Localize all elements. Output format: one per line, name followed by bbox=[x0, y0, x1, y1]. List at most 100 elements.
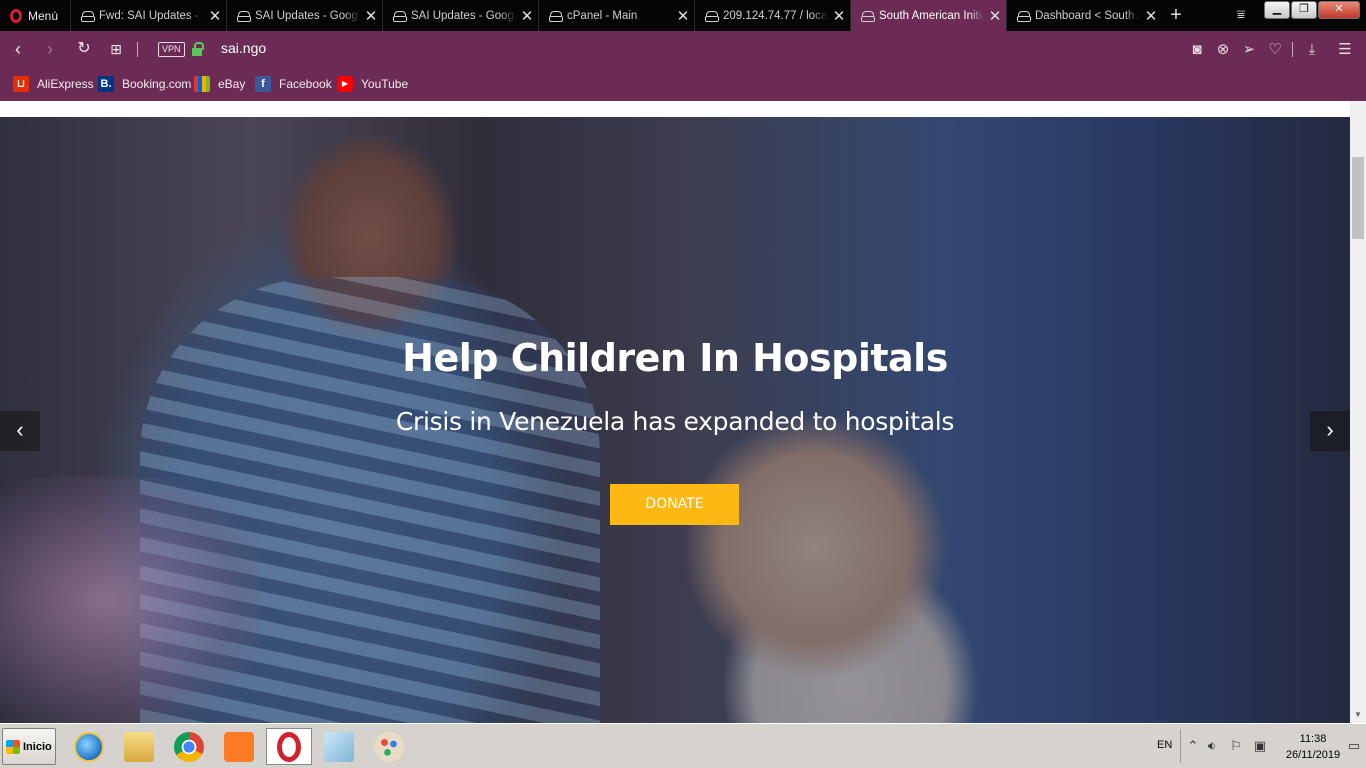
browser-tab[interactable]: Dashboard < South Am ✕ bbox=[1006, 0, 1162, 31]
notepad-icon[interactable] bbox=[316, 728, 362, 765]
donate-button[interactable]: DONATE bbox=[610, 484, 739, 525]
slider-next-button[interactable]: › bbox=[1310, 411, 1350, 451]
tab-close-icon[interactable]: ✕ bbox=[828, 7, 850, 25]
bookmark-label: Booking.com bbox=[122, 77, 192, 91]
close-window-button[interactable]: ✕ bbox=[1318, 1, 1360, 19]
tray-divider bbox=[1180, 730, 1181, 763]
incognito-icon bbox=[393, 10, 407, 22]
tab-title: South American Initia bbox=[879, 9, 984, 22]
site-header-strip bbox=[0, 101, 1350, 117]
bookmark-booking[interactable]: B. Booking.com bbox=[98, 75, 191, 93]
divider bbox=[137, 42, 138, 57]
camera-icon[interactable]: ◙ bbox=[1188, 41, 1206, 59]
incognito-icon bbox=[705, 10, 719, 22]
back-button[interactable]: ‹ bbox=[8, 40, 28, 60]
volume-icon[interactable]: 🔉︎ bbox=[1204, 738, 1220, 754]
bookmark-label: YouTube bbox=[361, 77, 409, 91]
tab-close-icon[interactable]: ✕ bbox=[516, 7, 538, 25]
incognito-icon bbox=[861, 10, 875, 22]
tab-close-icon[interactable]: ✕ bbox=[204, 7, 226, 25]
browser-tab[interactable]: 209.124.74.77 / local ✕ bbox=[694, 0, 850, 31]
incognito-icon bbox=[549, 10, 563, 22]
ebay-icon bbox=[194, 76, 210, 92]
tab-title: cPanel - Main bbox=[567, 9, 638, 22]
start-button[interactable]: Inicio bbox=[2, 728, 56, 765]
page-viewport: Help Children In Hospitals Crisis in Ven… bbox=[0, 101, 1366, 723]
new-tab-button[interactable]: + bbox=[1164, 4, 1188, 26]
tab-close-icon[interactable]: ✕ bbox=[1140, 7, 1162, 25]
booking-icon: B. bbox=[98, 76, 114, 92]
bookmark-youtube[interactable]: ▶ YouTube bbox=[337, 75, 408, 93]
start-label: Inicio bbox=[23, 740, 52, 753]
incognito-icon bbox=[1017, 10, 1031, 22]
url-field[interactable]: sai.ngo bbox=[221, 40, 266, 56]
opera-logo-icon bbox=[10, 8, 22, 23]
show-hidden-icons-icon[interactable]: ⌃ bbox=[1185, 738, 1201, 754]
show-desktop-icon[interactable]: ▭ bbox=[1346, 738, 1362, 754]
page-scrollbar[interactable]: ▼ bbox=[1350, 101, 1366, 723]
chrome-icon[interactable] bbox=[166, 728, 212, 765]
clock-date[interactable]: 26/11/2019 bbox=[1280, 749, 1346, 761]
browser-tab[interactable]: cPanel - Main ✕ bbox=[538, 0, 694, 31]
minimize-button[interactable]: ▁ bbox=[1264, 1, 1290, 19]
bookmark-facebook[interactable]: f Facebook bbox=[255, 75, 332, 93]
address-bar: ‹ › ↻ ⊞ VPN sai.ngo ◙ ⊗ ➢ ♡ ⤓ ☰ bbox=[0, 31, 1366, 68]
speed-dial-icon[interactable]: ⊞ bbox=[106, 40, 126, 60]
bookmark-label: AliExpress bbox=[37, 77, 94, 91]
bookmark-label: Facebook bbox=[279, 77, 332, 91]
action-center-flag-icon[interactable]: ⚐ bbox=[1228, 738, 1244, 754]
facebook-icon: f bbox=[255, 76, 271, 92]
hero-slider: Help Children In Hospitals Crisis in Ven… bbox=[0, 117, 1350, 723]
language-indicator[interactable]: EN bbox=[1157, 739, 1172, 751]
reload-button[interactable]: ↻ bbox=[74, 40, 94, 60]
windows-logo-icon bbox=[6, 739, 20, 754]
easy-setup-icon[interactable]: ☰ bbox=[1336, 41, 1354, 59]
browser-tab[interactable]: Fwd: SAI Updates - In ✕ bbox=[70, 0, 226, 31]
heart-icon[interactable]: ♡ bbox=[1266, 41, 1284, 59]
youtube-icon: ▶ bbox=[337, 76, 353, 92]
tab-title: SAI Updates - Google bbox=[411, 9, 516, 22]
tab-close-icon[interactable]: ✕ bbox=[984, 7, 1006, 25]
slider-prev-button[interactable]: ‹ bbox=[0, 411, 40, 451]
maximize-button[interactable]: ❐ bbox=[1291, 1, 1317, 19]
browser-tab-active[interactable]: South American Initia ✕ bbox=[850, 0, 1006, 31]
browser-tab[interactable]: SAI Updates - Google ✕ bbox=[382, 0, 538, 31]
divider bbox=[1292, 42, 1293, 57]
scroll-down-arrow-icon[interactable]: ▼ bbox=[1350, 707, 1366, 723]
opera-icon[interactable] bbox=[266, 728, 312, 765]
browser-tab[interactable]: SAI Updates - Google ✕ bbox=[226, 0, 382, 31]
hero-title: Help Children In Hospitals bbox=[402, 336, 948, 380]
adblock-icon[interactable]: ⊗ bbox=[1214, 41, 1232, 59]
tab-close-icon[interactable]: ✕ bbox=[360, 7, 382, 25]
bookmarks-bar: ⊔ AliExpress B. Booking.com eBay f Faceb… bbox=[0, 68, 1366, 101]
tab-title: Dashboard < South Am bbox=[1035, 9, 1140, 22]
bookmark-aliexpress[interactable]: ⊔ AliExpress bbox=[13, 75, 94, 93]
clock-time[interactable]: 11:38 bbox=[1288, 733, 1338, 745]
aliexpress-icon: ⊔ bbox=[13, 76, 29, 92]
lock-icon[interactable] bbox=[192, 42, 204, 56]
hero-photo-region bbox=[0, 477, 260, 723]
send-icon[interactable]: ➢ bbox=[1240, 41, 1258, 59]
tab-close-icon[interactable]: ✕ bbox=[672, 7, 694, 25]
tab-title: 209.124.74.77 / local bbox=[723, 9, 828, 22]
download-icon[interactable]: ⤓ bbox=[1303, 41, 1321, 59]
opera-menu-button[interactable]: Menú bbox=[0, 0, 66, 31]
file-explorer-icon[interactable] bbox=[116, 728, 162, 765]
xampp-icon[interactable] bbox=[216, 728, 262, 765]
tab-title: Fwd: SAI Updates - In bbox=[99, 9, 204, 22]
hero-subtitle: Crisis in Venezuela has expanded to hosp… bbox=[395, 407, 955, 436]
vpn-badge[interactable]: VPN bbox=[158, 42, 185, 57]
browser-tab-bar: Menú Fwd: SAI Updates - In ✕ SAI Updates… bbox=[0, 0, 1366, 31]
paint-icon[interactable] bbox=[366, 728, 412, 765]
forward-button[interactable]: › bbox=[40, 40, 60, 60]
menu-label: Menú bbox=[28, 8, 59, 23]
incognito-icon bbox=[81, 10, 95, 22]
bookmark-label: eBay bbox=[218, 77, 246, 91]
network-icon[interactable]: ▣ bbox=[1252, 738, 1268, 754]
internet-explorer-icon[interactable] bbox=[66, 728, 112, 765]
windows-taskbar: Inicio EN ⌃ 🔉︎ ⚐ ▣ 11:38 26/11/2019 ▭ bbox=[0, 723, 1366, 768]
bookmark-ebay[interactable]: eBay bbox=[194, 75, 245, 93]
tab-menu-icon[interactable]: ⩸ bbox=[1230, 6, 1252, 26]
scrollbar-thumb[interactable] bbox=[1352, 157, 1364, 239]
incognito-icon bbox=[237, 10, 251, 22]
